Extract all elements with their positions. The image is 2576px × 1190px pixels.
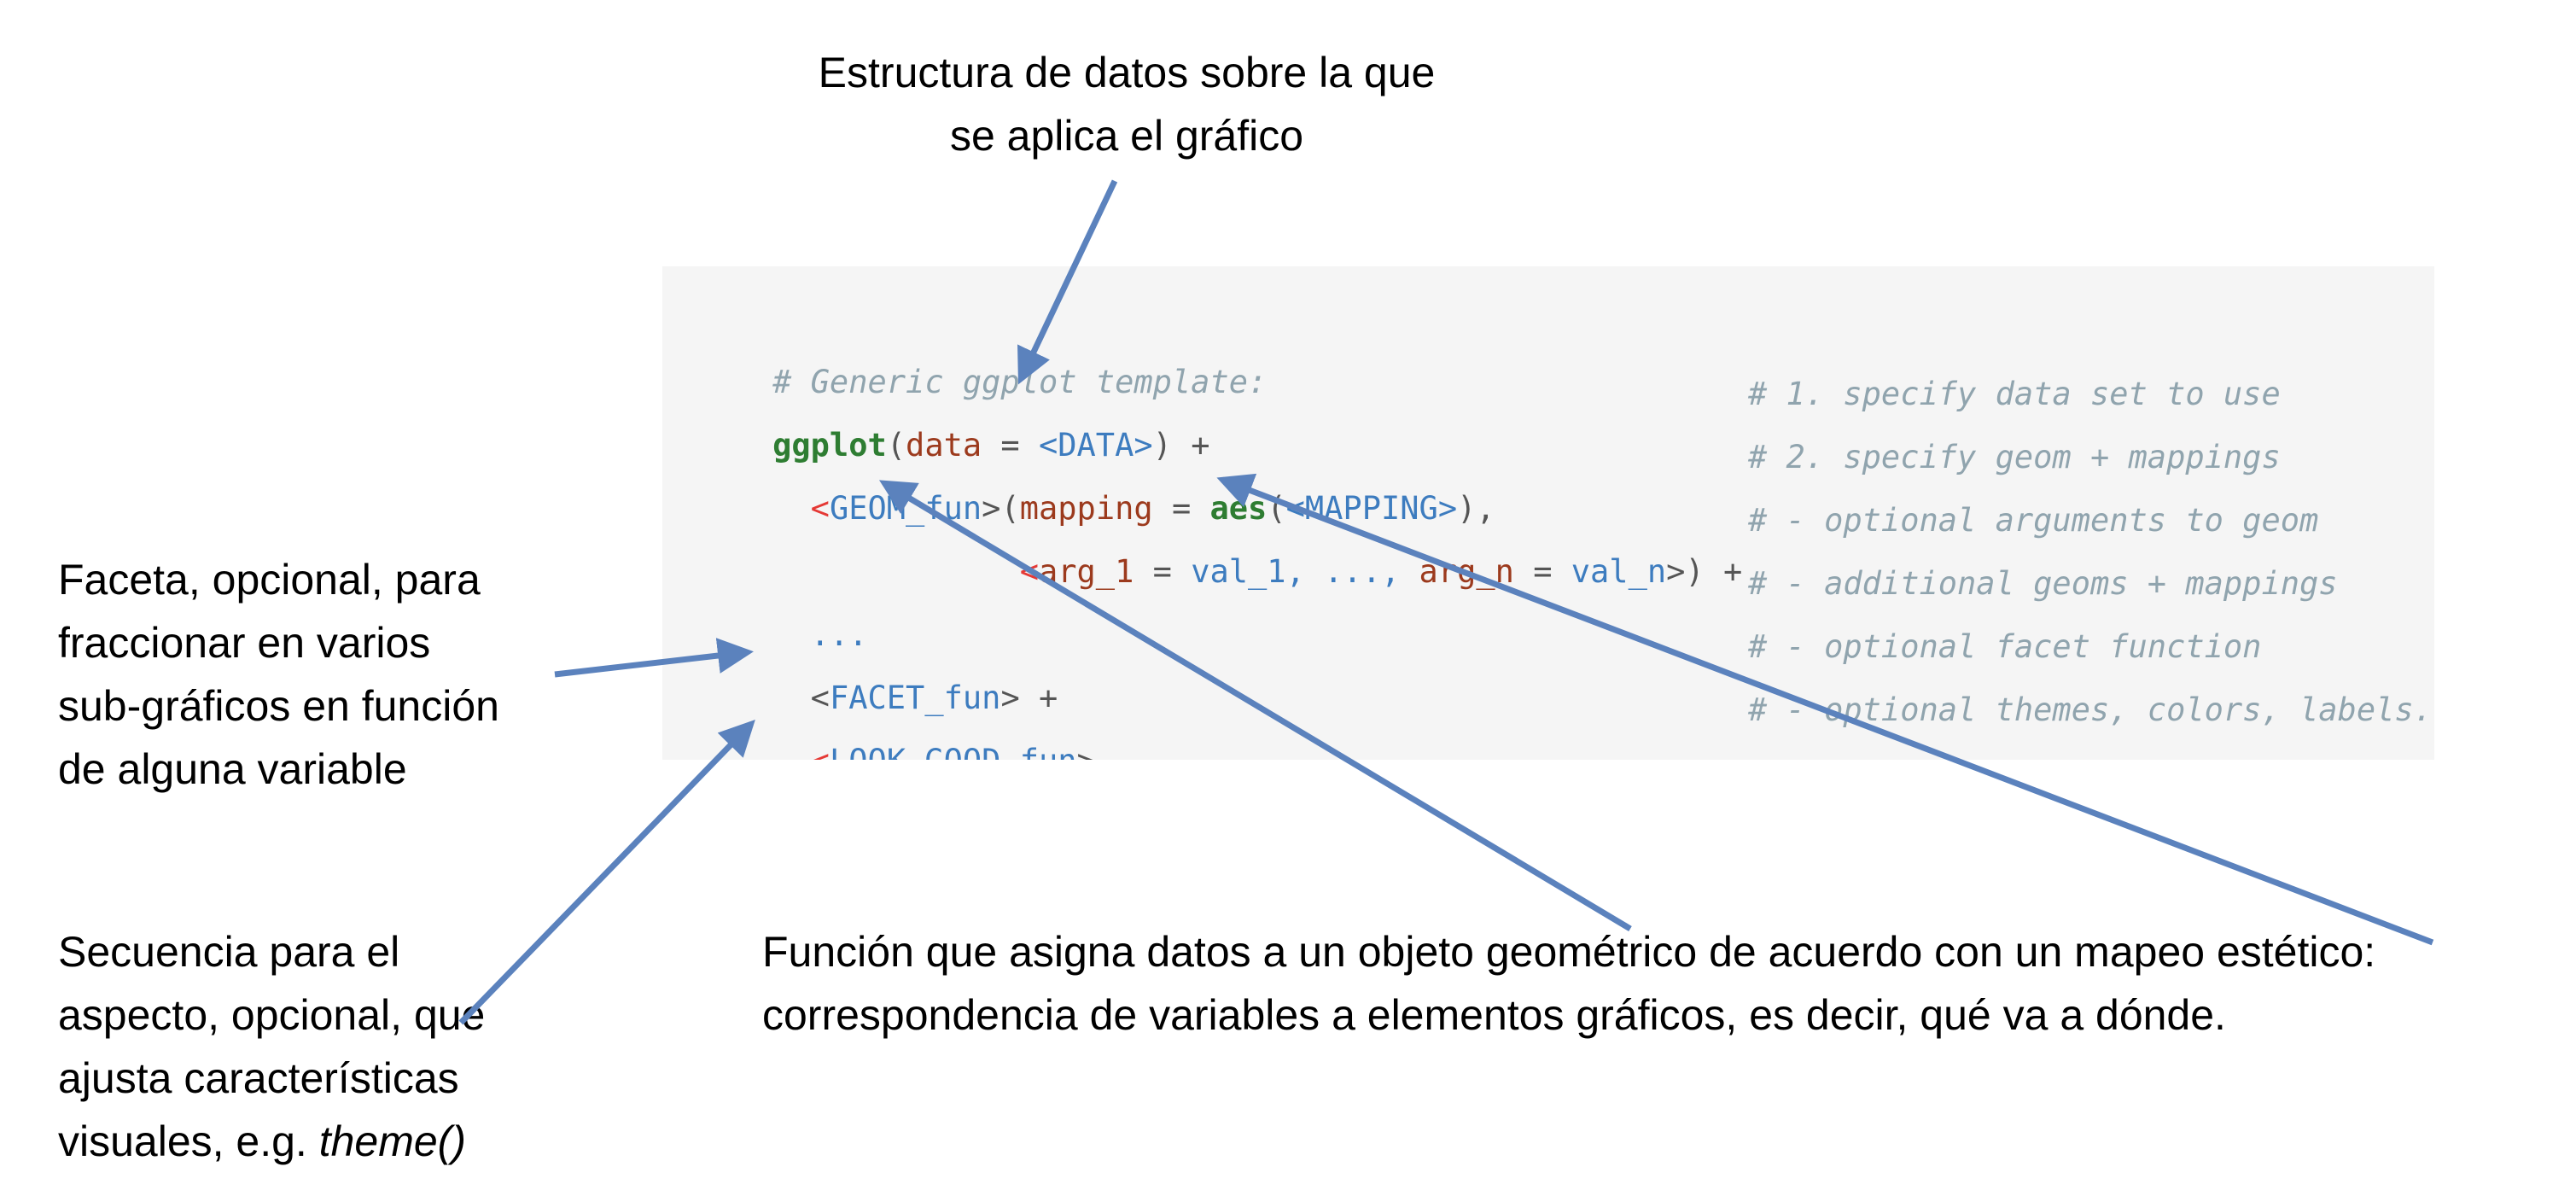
arrow-to-geom-fun	[878, 480, 1632, 932]
arrows-overlay	[458, 179, 2434, 1025]
arrow-to-aes	[1216, 473, 2434, 946]
arrow-to-facet	[554, 638, 754, 678]
arrow-to-look-good	[458, 719, 755, 1025]
arrow-to-data	[1017, 179, 1118, 385]
